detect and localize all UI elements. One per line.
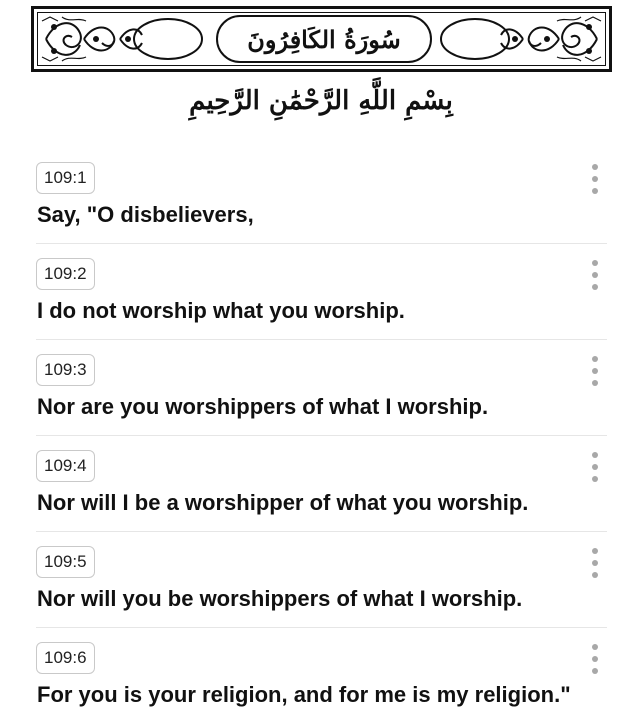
ayah-translation: I do not worship what you worship. <box>37 298 405 323</box>
ayah-translation: Nor will I be a worshipper of what you w… <box>37 490 529 515</box>
ayah-number-badge[interactable]: 109:2 <box>36 258 95 290</box>
more-vertical-icon[interactable] <box>584 164 606 194</box>
ayah-translation: Nor are you worshippers of what I worshi… <box>37 394 489 419</box>
basmala-text: بِسْمِ اللَّهِ الرَّحْمَٰنِ الرَّحِيمِ <box>189 86 453 116</box>
ayah-list: 109:1 Say, "O disbelievers, 109:2 I do n… <box>0 148 643 724</box>
ayah-row[interactable]: 109:2 I do not worship what you worship. <box>0 244 643 340</box>
ayah-row[interactable]: 109:5 Nor will you be worshippers of wha… <box>0 532 643 628</box>
more-vertical-icon[interactable] <box>584 452 606 482</box>
ayah-number-badge[interactable]: 109:5 <box>36 546 95 578</box>
ayah-row[interactable]: 109:1 Say, "O disbelievers, <box>0 148 643 244</box>
right-ornament-icon <box>440 16 602 62</box>
basmala: بِسْمِ اللَّهِ الرَّحْمَٰنِ الرَّحِيمِ <box>146 76 496 126</box>
ayah-row[interactable]: 109:4 Nor will I be a worshipper of what… <box>0 436 643 532</box>
surah-title: سُورَةُ الكَافِرُونَ <box>247 24 401 54</box>
ayah-number-badge[interactable]: 109:4 <box>36 450 95 482</box>
ayah-number-badge[interactable]: 109:6 <box>36 642 95 674</box>
ayah-translation: For you is your religion, and for me is … <box>37 682 571 707</box>
ayah-number-badge[interactable]: 109:3 <box>36 354 95 386</box>
ayah-row[interactable]: 109:3 Nor are you worshippers of what I … <box>0 340 643 436</box>
ayah-row[interactable]: 109:6 For you is your religion, and for … <box>0 628 643 724</box>
more-vertical-icon[interactable] <box>584 356 606 386</box>
surah-title-cartouche: سُورَةُ الكَافِرُونَ <box>216 15 432 63</box>
ayah-number-badge[interactable]: 109:1 <box>36 162 95 194</box>
left-ornament-icon <box>41 16 203 62</box>
more-vertical-icon[interactable] <box>584 644 606 674</box>
ayah-translation: Nor will you be worshippers of what I wo… <box>37 586 523 611</box>
surah-header-banner: سُورَةُ الكَافِرُونَ <box>31 6 612 72</box>
more-vertical-icon[interactable] <box>584 260 606 290</box>
ayah-translation: Say, "O disbelievers, <box>37 202 254 227</box>
more-vertical-icon[interactable] <box>584 548 606 578</box>
